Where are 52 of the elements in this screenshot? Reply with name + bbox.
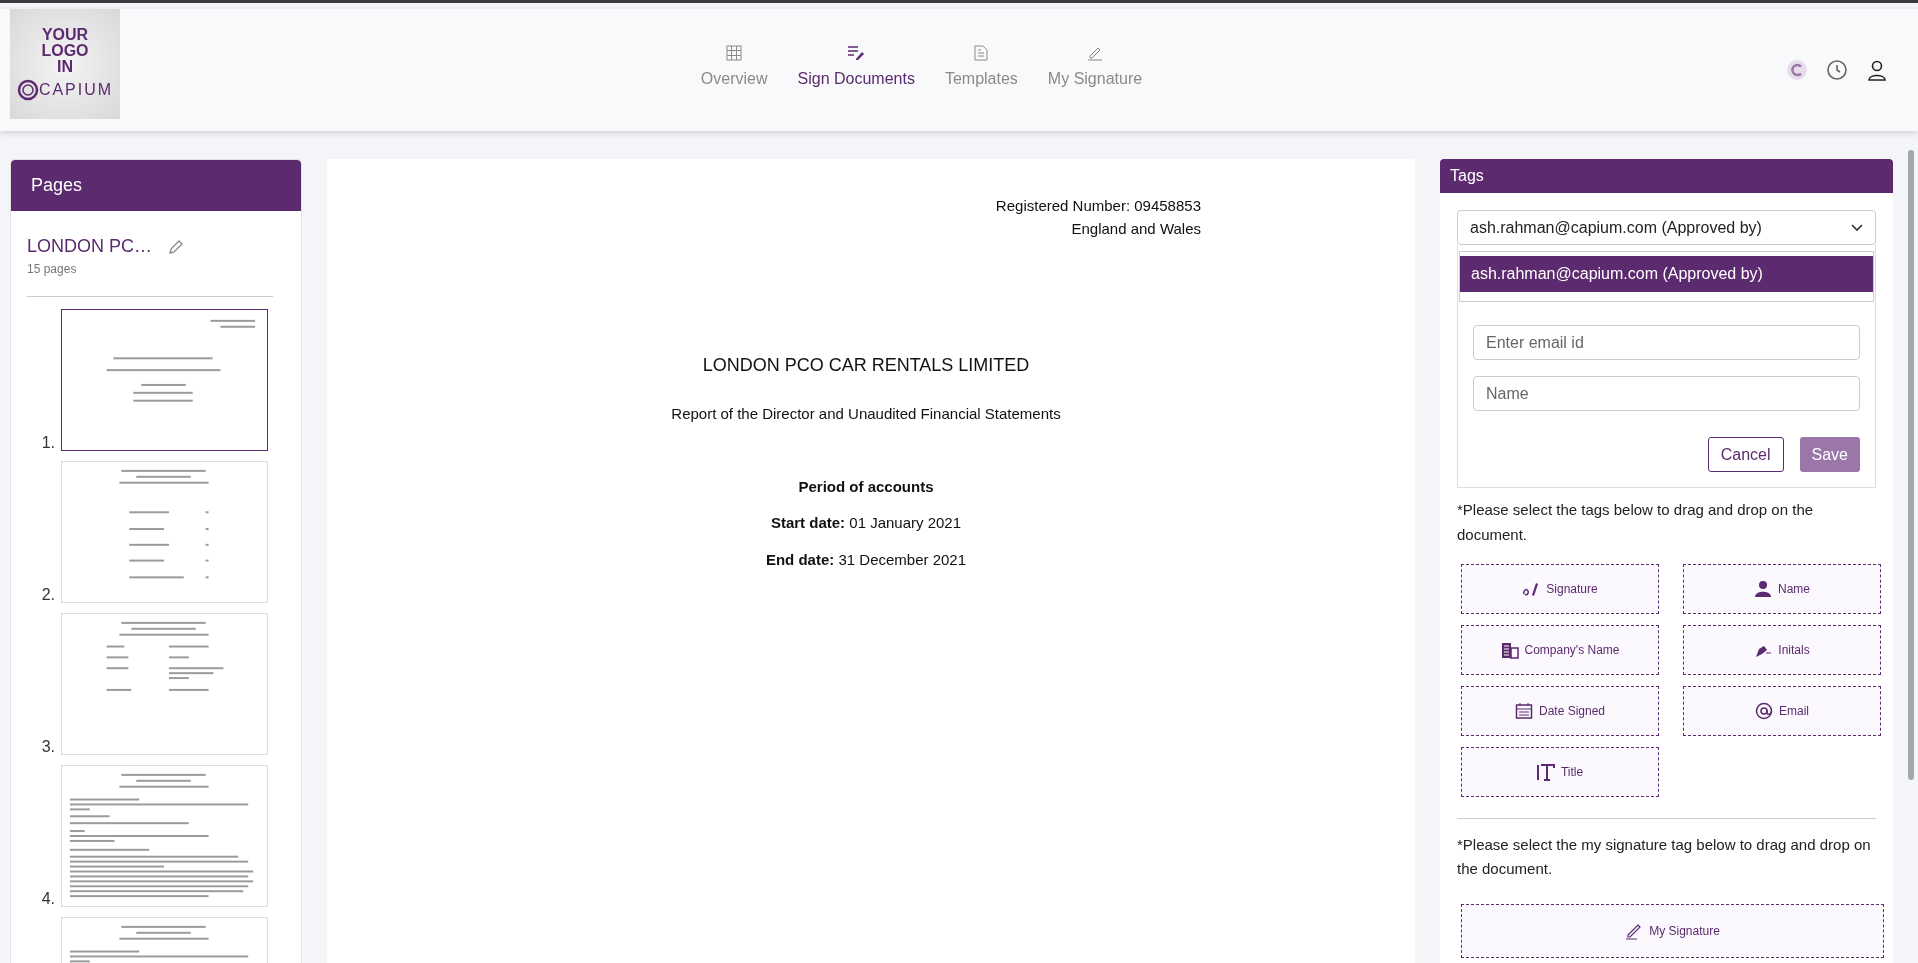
logo-text: IN — [57, 59, 73, 75]
logo-text: CAPIUM — [38, 82, 114, 98]
tag-item[interactable]: Initals — [1683, 624, 1881, 675]
tag-item[interactable]: Signature — [1461, 563, 1659, 614]
page-count: 15 pages — [27, 261, 78, 278]
logo-text: YOUR — [41, 27, 89, 43]
signer-select[interactable]: ash.rahman@capium.com (Approved by) — [1457, 210, 1876, 245]
name-field[interactable]: Name — [1473, 376, 1860, 411]
tag-item[interactable]: Date Signed — [1461, 685, 1659, 736]
document-heading: LONDON PCO CAR RENTALS LIMITED — [702, 354, 1030, 377]
building-icon — [1500, 640, 1519, 659]
tag-item[interactable]: Name — [1683, 563, 1881, 614]
chevron-down-icon — [1851, 223, 1863, 232]
page-number: 4. — [40, 891, 55, 907]
tag-item[interactable]: My Signature — [1461, 904, 1884, 958]
page-number: 2. — [40, 587, 55, 603]
calendar-icon — [1514, 701, 1533, 720]
grid-icon — [726, 45, 743, 61]
brand-badge-icon[interactable] — [1786, 59, 1808, 81]
logo-text: LOGO — [41, 43, 89, 59]
tag-item[interactable]: Company's Name — [1461, 624, 1659, 675]
dropdown-option[interactable]: ash.rahman@capium.com (Approved by) — [1460, 256, 1873, 292]
pencil-icon[interactable] — [168, 238, 184, 255]
page-number: 1. — [40, 435, 55, 451]
page-number: 3. — [40, 739, 55, 755]
user-icon[interactable] — [1866, 59, 1888, 81]
document-subtitle: Report of the Director and Unaudited Financial Statements — [671, 404, 1061, 424]
page-thumbnail[interactable] — [61, 309, 268, 451]
panel-title: Tags — [1440, 159, 1893, 193]
tag-item[interactable]: Email — [1683, 685, 1881, 736]
registration-text: Registered Number: 09458853 — [994, 196, 1201, 216]
email-field[interactable]: Enter email id — [1473, 325, 1860, 360]
list-pen-icon — [847, 45, 866, 61]
tag-item[interactable]: Title — [1461, 746, 1659, 797]
clock-icon[interactable] — [1826, 59, 1848, 81]
section-heading: Period of accounts — [798, 476, 934, 497]
instruction-text: *Please select the my signature tag below to drag and drop on the document. — [1457, 834, 1872, 880]
registration-text: England and Wales — [1070, 218, 1201, 239]
instruction-text: *Please select the tags below to drag and drop on the document. — [1457, 500, 1815, 545]
person-icon — [1754, 579, 1772, 598]
date-text: Start date: 01 January 2021 — [770, 513, 962, 533]
pen-icon — [1087, 45, 1103, 61]
document-name: LONDON PC… — [27, 235, 152, 258]
at-sign-icon — [1755, 701, 1773, 720]
cancel-button[interactable]: Cancel — [1707, 437, 1784, 472]
text-cursor-icon — [1536, 762, 1555, 781]
nav-tab[interactable]: Sign Documents — [797, 45, 915, 91]
date-text: End date: 31 December 2021 — [765, 549, 967, 570]
document-icon — [974, 45, 989, 61]
ring-icon — [16, 79, 39, 101]
scrollbar-thumb[interactable] — [1908, 150, 1914, 780]
panel-title: Pages — [11, 160, 301, 211]
